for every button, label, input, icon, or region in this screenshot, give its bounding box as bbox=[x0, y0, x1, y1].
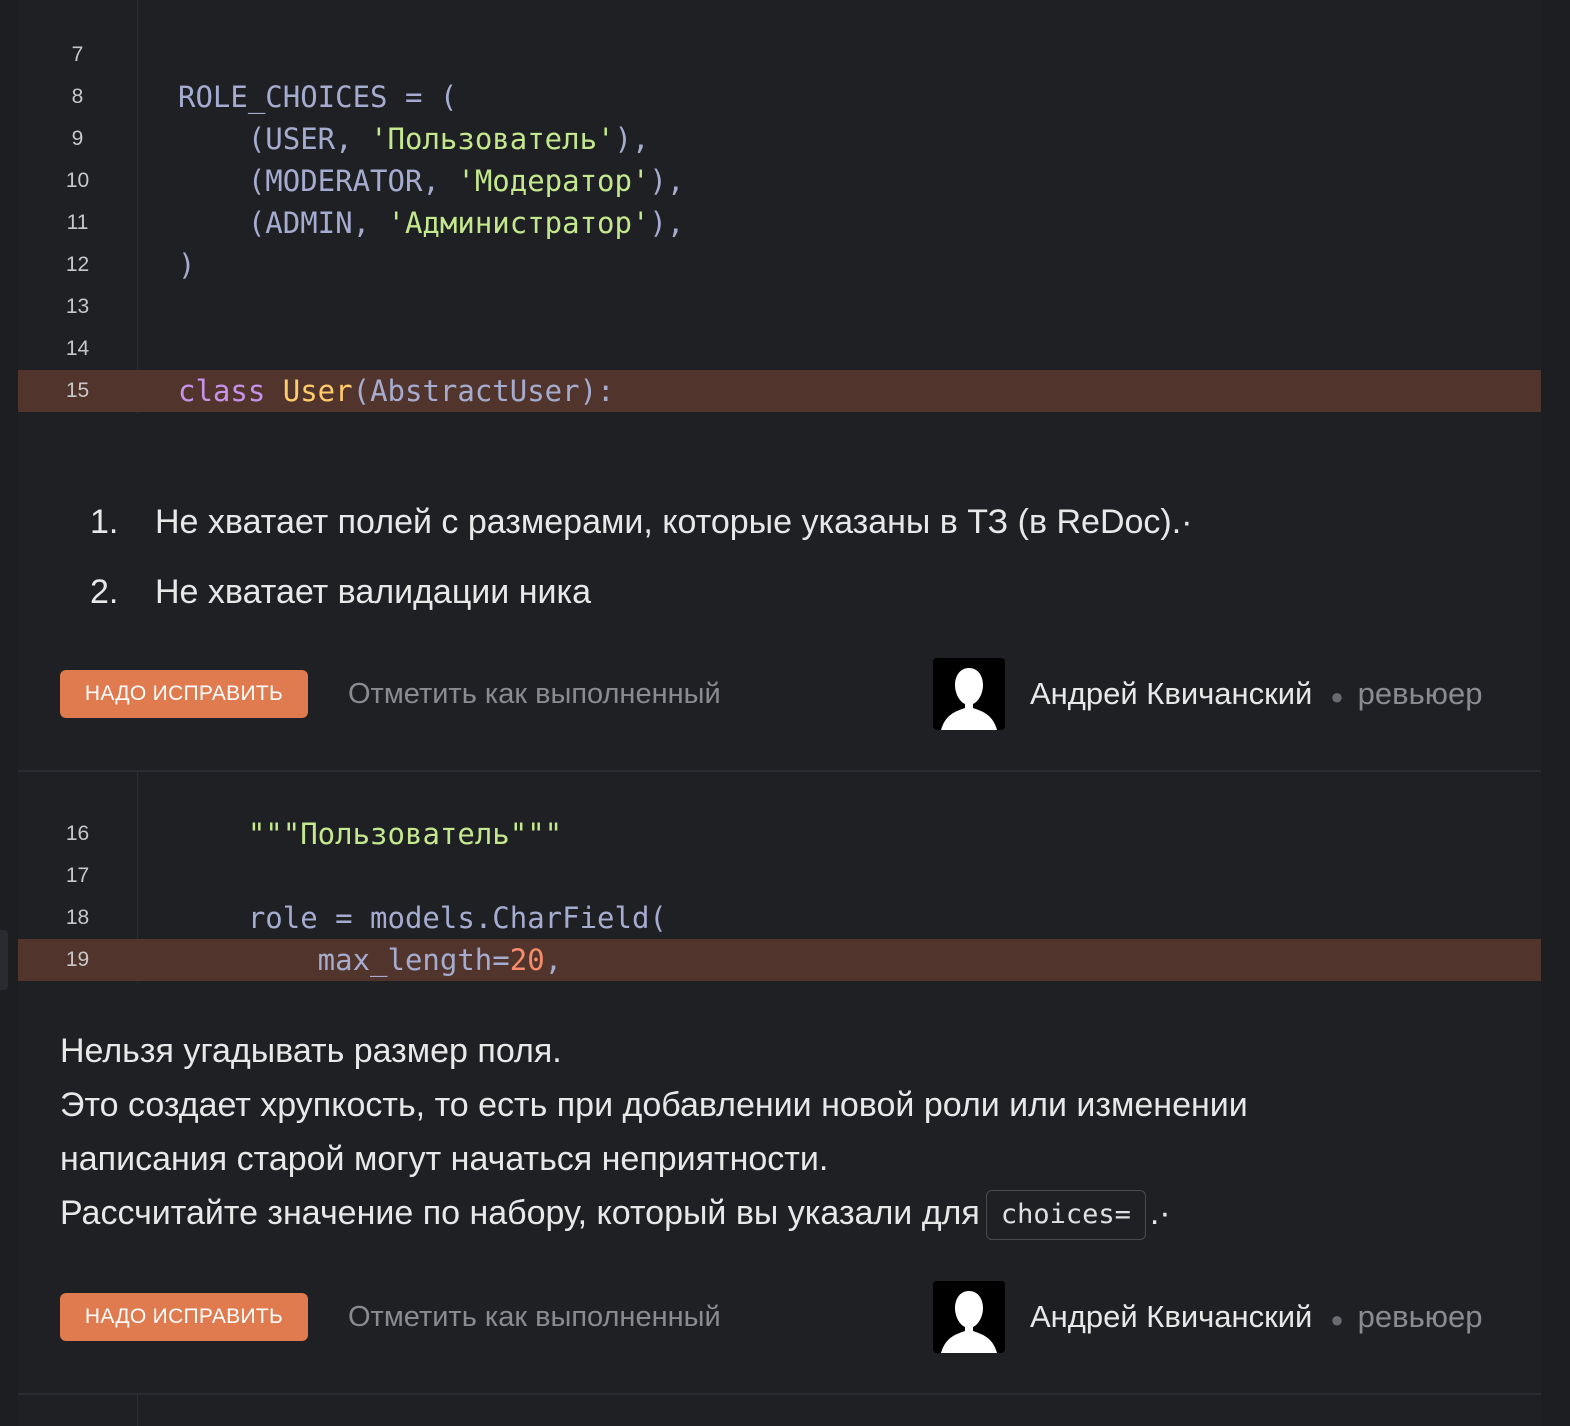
list-number: 1. bbox=[90, 503, 119, 541]
code-line[interactable]: 18 role = models.CharField( bbox=[18, 897, 1541, 939]
line-number[interactable]: 7 bbox=[18, 34, 137, 76]
line-number[interactable]: 14 bbox=[18, 328, 137, 370]
line-number[interactable]: 11 bbox=[18, 202, 137, 244]
line-number[interactable]: 19 bbox=[18, 939, 137, 981]
needs-fix-button[interactable]: НАДО ИСПРАВИТЬ bbox=[60, 1293, 308, 1341]
comment-footer-2: НАДО ИСПРАВИТЬ Отметить как выполненный … bbox=[60, 1281, 1500, 1353]
line-number[interactable]: 10 bbox=[18, 160, 137, 202]
side-handle[interactable] bbox=[0, 930, 8, 990]
code-token: (ADMIN, bbox=[178, 206, 388, 240]
code-token: max_length= bbox=[178, 943, 510, 977]
avatar[interactable] bbox=[933, 658, 1005, 730]
user-silhouette-icon bbox=[933, 658, 1005, 730]
code-line[interactable]: 10 (MODERATOR, 'Модератор'), bbox=[18, 160, 1541, 202]
list-number: 2. bbox=[90, 573, 119, 611]
comment-line: Рассчитайте значение по набору, который … bbox=[60, 1186, 1460, 1241]
code-block-2: 16 """Пользователь""" 17 18 role = models.… bbox=[18, 772, 1541, 983]
section-divider bbox=[18, 770, 1541, 772]
user-silhouette-icon bbox=[933, 1281, 1005, 1353]
code-token: ), bbox=[614, 122, 650, 156]
code-token: (AbstractUser): bbox=[352, 374, 615, 408]
list-text: Не хватает полей с размерами, которые ук… bbox=[155, 503, 1193, 541]
code-text: ROLE_CHOICES = ( bbox=[178, 76, 457, 118]
section-divider bbox=[18, 1393, 1541, 1395]
code-text: (MODERATOR, 'Модератор'), bbox=[178, 160, 685, 202]
author-info: Андрей Квичанский ● ревьюер bbox=[1030, 658, 1483, 733]
avatar[interactable] bbox=[933, 1281, 1005, 1353]
line-number[interactable]: 12 bbox=[18, 244, 137, 286]
separator-dot: ● bbox=[1330, 1307, 1344, 1332]
inline-code: choices= bbox=[985, 1190, 1146, 1241]
code-line[interactable]: 9 (USER, 'Пользователь'), bbox=[18, 118, 1541, 160]
code-token: role = models.CharField( bbox=[178, 901, 667, 935]
gutter-divider bbox=[137, 1395, 138, 1426]
code-line[interactable]: 14 bbox=[18, 328, 1541, 370]
code-token: ROLE_CHOICES = ( bbox=[178, 80, 458, 114]
comment-text-2: Нельзя угадывать размер поля. Это создае… bbox=[60, 1024, 1460, 1241]
author-name[interactable]: Андрей Квичанский bbox=[1030, 1299, 1312, 1334]
code-token: ), bbox=[649, 206, 685, 240]
comment-footer-1: НАДО ИСПРАВИТЬ Отметить как выполненный … bbox=[60, 658, 1500, 730]
code-token: 'Модератор' bbox=[457, 164, 650, 198]
comment-line-text: Рассчитайте значение по набору, который … bbox=[60, 1194, 980, 1232]
needs-fix-button[interactable]: НАДО ИСПРАВИТЬ bbox=[60, 670, 308, 718]
code-text: """Пользователь""" bbox=[178, 813, 562, 855]
code-line-highlighted[interactable]: 19 max_length=20, bbox=[18, 939, 1541, 981]
code-text: (USER, 'Пользователь'), bbox=[178, 118, 650, 160]
code-token: ) bbox=[178, 248, 196, 282]
code-line-highlighted[interactable]: 15 class User(AbstractUser): bbox=[18, 370, 1541, 412]
code-block-1: 7 8 ROLE_CHOICES = ( 9 (USER, 'Пользователь… bbox=[18, 0, 1541, 414]
author-role: ревьюер bbox=[1357, 676, 1483, 711]
list-text: Не хватает валидации ника bbox=[155, 573, 592, 611]
line-number[interactable]: 17 bbox=[18, 855, 137, 897]
code-token: 20 bbox=[509, 943, 545, 977]
author-info: Андрей Квичанский ● ревьюер bbox=[1030, 1281, 1483, 1356]
author-role: ревьюер bbox=[1357, 1299, 1483, 1334]
line-number[interactable]: 8 bbox=[18, 76, 137, 118]
code-token: (USER, bbox=[178, 122, 371, 156]
comment-line: написания старой могут начаться неприятн… bbox=[60, 1140, 829, 1178]
comment-line: Это создает хрупкость, то есть при добав… bbox=[60, 1086, 1248, 1124]
line-number[interactable]: 16 bbox=[18, 813, 137, 855]
code-text: ) bbox=[178, 244, 195, 286]
code-line[interactable]: 12) bbox=[18, 244, 1541, 286]
code-text: class User(AbstractUser): bbox=[178, 370, 615, 412]
code-text: max_length=20, bbox=[178, 939, 562, 981]
code-text: (ADMIN, 'Администратор'), bbox=[178, 202, 685, 244]
comment-line-end: .· bbox=[1149, 1194, 1171, 1232]
code-text: role = models.CharField( bbox=[178, 897, 667, 939]
line-number[interactable]: 18 bbox=[18, 897, 137, 939]
code-token: , bbox=[544, 943, 563, 977]
code-line[interactable]: 11 (ADMIN, 'Администратор'), bbox=[18, 202, 1541, 244]
mark-done-link[interactable]: Отметить как выполненный bbox=[348, 658, 721, 730]
code-token: 'Пользователь' bbox=[370, 122, 615, 156]
code-line[interactable]: 13 bbox=[18, 286, 1541, 328]
line-number[interactable]: 9 bbox=[18, 118, 137, 160]
line-number[interactable]: 13 bbox=[18, 286, 137, 328]
code-token: 'Администратор' bbox=[387, 206, 650, 240]
separator-dot: ● bbox=[1330, 684, 1344, 709]
code-token: User bbox=[282, 374, 353, 408]
code-token: class bbox=[178, 374, 283, 408]
code-token: ), bbox=[649, 164, 685, 198]
comment-line: Нельзя угадывать размер поля. bbox=[60, 1032, 562, 1070]
author-name[interactable]: Андрей Квичанский bbox=[1030, 676, 1312, 711]
code-line[interactable]: 16 """Пользователь""" bbox=[18, 813, 1541, 855]
code-line[interactable]: 7 bbox=[18, 34, 1541, 76]
code-line[interactable]: 8 ROLE_CHOICES = ( bbox=[18, 76, 1541, 118]
line-number[interactable]: 15 bbox=[18, 370, 137, 412]
code-line[interactable]: 17 bbox=[18, 855, 1541, 897]
mark-done-link[interactable]: Отметить как выполненный bbox=[348, 1281, 721, 1353]
code-token: """Пользователь""" bbox=[247, 817, 563, 851]
code-token: (MODERATOR, bbox=[178, 164, 458, 198]
